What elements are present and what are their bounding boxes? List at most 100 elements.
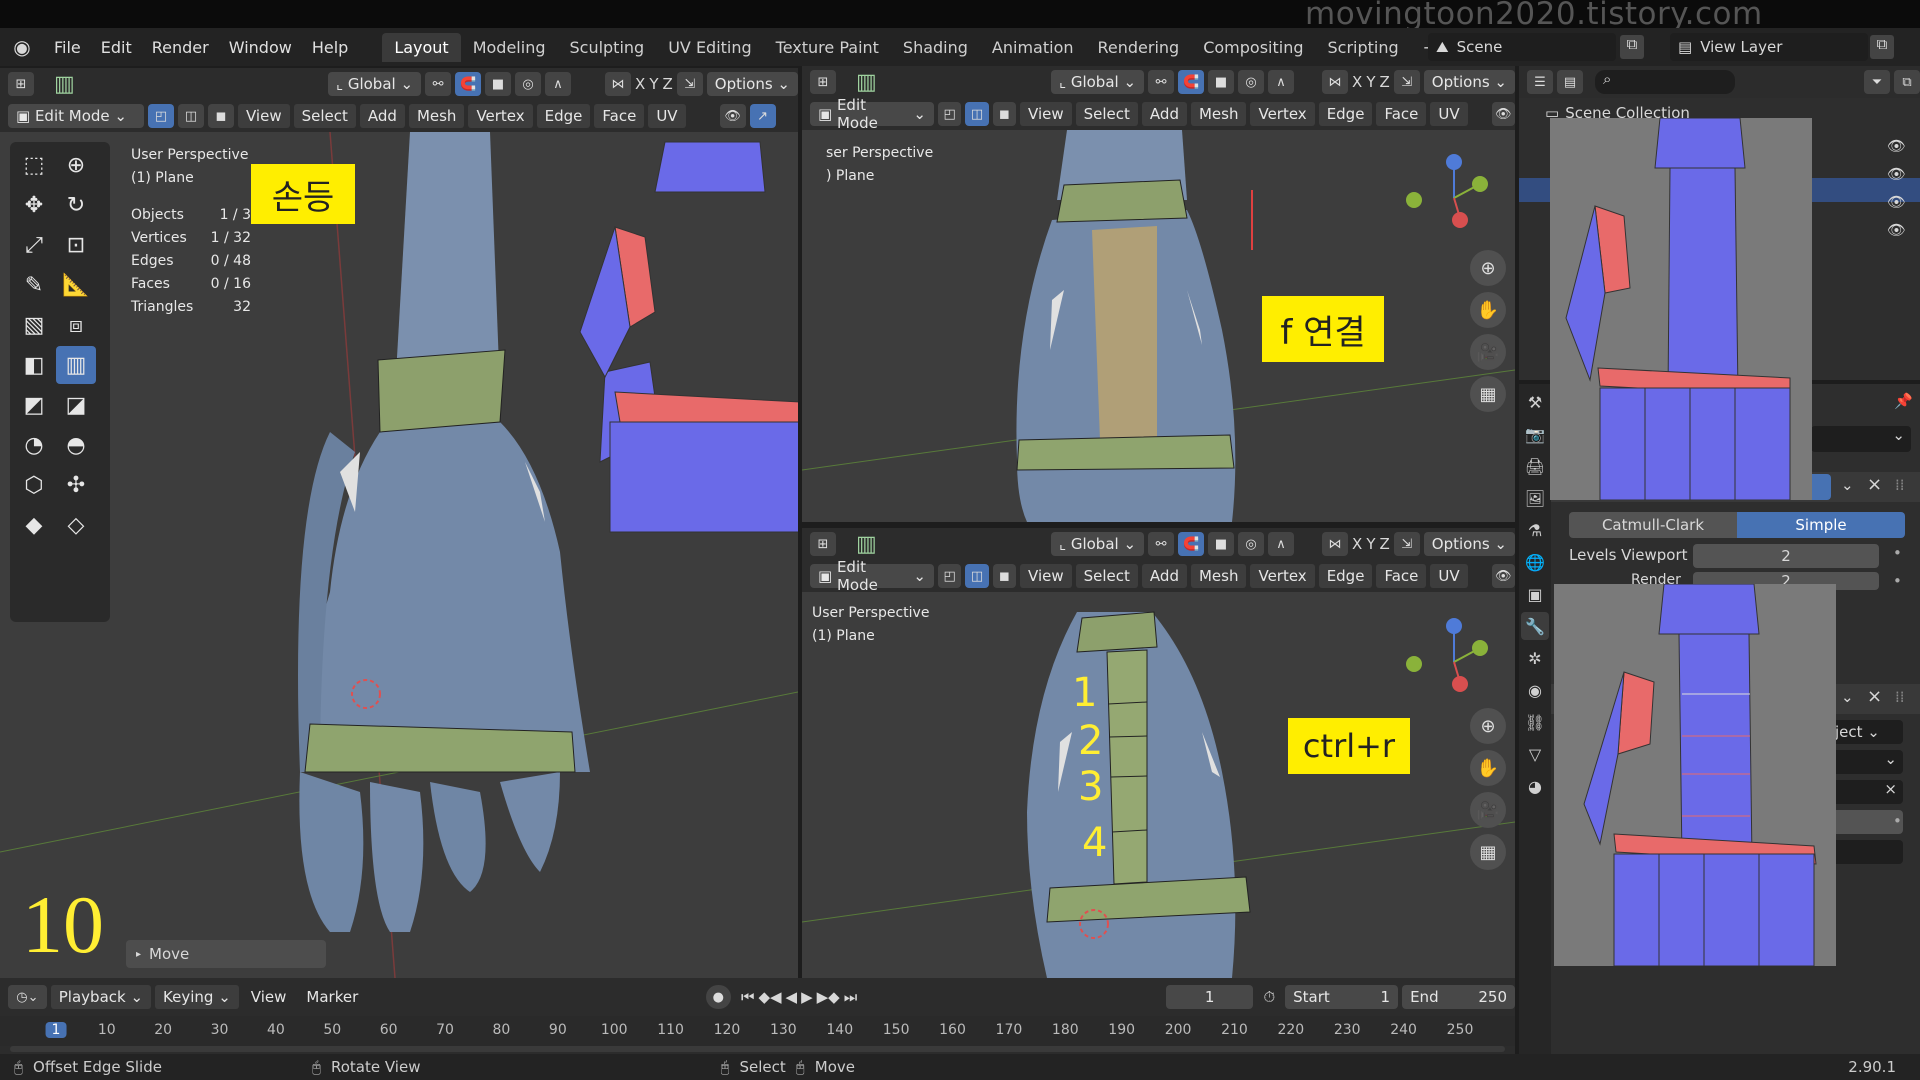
menu-face[interactable]: Face — [1376, 102, 1427, 126]
mode-dropdown[interactable]: ▣ Edit Mode ⌄ — [810, 558, 934, 594]
pin-icon[interactable]: 📌 — [1894, 392, 1913, 410]
annotate-tool-icon[interactable]: ✎ — [14, 266, 54, 304]
axis-x[interactable]: X — [1352, 535, 1362, 553]
vertex-select-icon[interactable]: ◰ — [937, 102, 962, 126]
render-tab-icon[interactable]: 📷 — [1521, 420, 1549, 448]
visibility-icon[interactable]: 👁 — [719, 104, 746, 128]
axis-z[interactable]: Z — [662, 75, 672, 93]
ortho-grid-icon[interactable]: ▦ — [1470, 376, 1506, 412]
pivot-icon[interactable]: ⚯ — [425, 72, 452, 96]
view-layer-tab-icon[interactable]: 🖼 — [1521, 484, 1549, 512]
snap-target-icon[interactable]: ■ — [1208, 532, 1235, 556]
simple-option[interactable]: Simple — [1737, 512, 1905, 538]
pan-hand-icon[interactable]: ✋ — [1470, 292, 1506, 328]
tab-sculpting[interactable]: Sculpting — [557, 33, 656, 62]
gizmo-icon[interactable]: ↗ — [749, 104, 776, 128]
remove-modifier-icon[interactable]: × — [1867, 474, 1882, 495]
menu-mesh[interactable]: Mesh — [408, 104, 465, 128]
editor-type-icon[interactable]: ⊞ — [810, 70, 836, 94]
mode-dropdown[interactable]: ▣ Edit Mode ⌄ — [810, 96, 934, 132]
edge-select-icon[interactable]: ◫ — [965, 564, 989, 588]
menu-add[interactable]: Add — [1141, 102, 1187, 126]
edge-slide-tool-icon[interactable]: ◇ — [56, 506, 96, 544]
bevel-tool-icon[interactable]: ◩ — [14, 386, 54, 424]
world-tab-icon[interactable]: 🌐 — [1521, 548, 1549, 576]
options-dropdown[interactable]: Options ⌄ — [1423, 70, 1515, 94]
options-dropdown[interactable]: Options ⌄ — [1423, 532, 1515, 556]
blender-logo-icon[interactable]: ◉ — [0, 35, 44, 59]
object-tab-icon[interactable]: ▣ — [1521, 580, 1549, 608]
output-tab-icon[interactable]: 🖨 — [1521, 452, 1549, 480]
face-select-icon[interactable]: ◼ — [992, 564, 1017, 588]
last-operator-panel[interactable]: ▸ Move — [126, 940, 326, 968]
tool-tab-icon[interactable]: ⚒ — [1521, 388, 1549, 416]
display-mode-icon[interactable]: ▤ — [1557, 70, 1583, 94]
snap-icon[interactable]: 🧲 — [1178, 532, 1205, 556]
knife-tool-icon[interactable]: ◪ — [56, 386, 96, 424]
context-dropdown[interactable]: ⌄ — [1811, 426, 1911, 452]
vertex-select-icon[interactable]: ◰ — [148, 104, 174, 128]
face-select-icon[interactable]: ◼ — [208, 104, 234, 128]
frame-ruler[interactable]: 1 10 20 30 40 50 60 70 80 90 100 110 120 130 140 150 160… — [0, 1016, 1515, 1046]
stopwatch-icon[interactable]: ⏱ — [1263, 988, 1275, 1006]
timeline-view-menu[interactable]: View — [243, 985, 295, 1009]
axis-x[interactable]: X — [635, 75, 645, 93]
material-tab-icon[interactable]: ◕ — [1521, 772, 1549, 800]
menu-face[interactable]: Face — [1376, 564, 1427, 588]
menu-edge[interactable]: Edge — [1318, 102, 1373, 126]
vertex-select-icon[interactable]: ◰ — [937, 564, 962, 588]
editor-type-icon[interactable]: ⊞ — [810, 532, 836, 556]
axis-y[interactable]: Y — [1366, 73, 1375, 91]
edge-select-icon[interactable]: ◫ — [178, 104, 204, 128]
camera-icon[interactable]: 🎥 — [1470, 334, 1506, 370]
shear-tool-icon[interactable]: ⬡ — [14, 466, 54, 504]
snap-target-icon[interactable]: ■ — [1208, 70, 1235, 94]
menu-view[interactable]: View — [238, 104, 290, 128]
zoom-icon[interactable]: ⊕ — [1470, 250, 1506, 286]
menu-edge[interactable]: Edge — [536, 104, 591, 128]
expand-dropdown-icon[interactable]: ⌄ — [1841, 476, 1854, 494]
jump-start-icon[interactable]: ⏮ — [741, 988, 755, 1006]
record-icon[interactable]: ● — [705, 985, 731, 1009]
pan-hand-icon[interactable]: ✋ — [1470, 750, 1506, 786]
snap-icon[interactable]: 🧲 — [1178, 70, 1205, 94]
orientation-dropdown[interactable]: ⌞ Global ⌄ — [328, 72, 422, 96]
transform-tool-icon[interactable]: ⊡ — [56, 226, 96, 264]
filter-icon[interactable]: ⏷ — [1864, 70, 1890, 94]
catmull-clark-option[interactable]: Catmull-Clark — [1569, 512, 1737, 538]
modifier-tab-icon[interactable]: 🔧 — [1521, 612, 1549, 640]
scale-tool-icon[interactable]: ⤢ — [14, 226, 54, 264]
proportional-icon[interactable]: ◎ — [1238, 532, 1265, 556]
timeline-scrollbar[interactable] — [10, 1046, 1505, 1052]
constraints-tab-icon[interactable]: ⛓ — [1521, 708, 1549, 736]
editor-type-icon[interactable]: ⊞ — [8, 72, 34, 96]
eye-icon[interactable]: 👁 — [1887, 188, 1906, 216]
axis-x[interactable]: X — [1352, 73, 1362, 91]
secondary-dropdown[interactable]: ⌄ — [1831, 750, 1903, 774]
new-scene-icon[interactable]: ⧉ — [1620, 35, 1644, 59]
inset-tool-icon[interactable]: ◧ — [14, 346, 54, 384]
expand-dropdown-icon[interactable]: ⌄ — [1841, 688, 1854, 706]
face-select-icon[interactable]: ◼ — [992, 102, 1017, 126]
object-dropdown[interactable]: ject ⌄ — [1831, 720, 1903, 744]
viewport-left[interactable]: User Perspective (1) Plane Objects 1 / 3 … — [0, 132, 798, 978]
visibility-icon[interactable]: 👁 — [1491, 102, 1515, 126]
menu-vertex[interactable]: Vertex — [468, 104, 533, 128]
menu-mesh[interactable]: Mesh — [1190, 564, 1247, 588]
scene-selector[interactable]: ⛰ Scene — [1428, 33, 1616, 61]
remove-modifier-icon[interactable]: × — [1867, 686, 1882, 707]
timeline-editor-icon[interactable]: ◷⌄ — [8, 985, 47, 1009]
eye-icon[interactable]: 👁 — [1887, 160, 1906, 188]
falloff-icon[interactable]: ∧ — [1268, 70, 1295, 94]
tab-scripting[interactable]: Scripting — [1316, 33, 1411, 62]
options-dropdown[interactable]: Options ⌄ — [706, 72, 798, 96]
pivot-icon[interactable]: ⚯ — [1148, 532, 1175, 556]
menu-edge[interactable]: Edge — [1318, 564, 1373, 588]
current-frame-field[interactable]: 1 — [1165, 985, 1254, 1009]
autolock-icon[interactable]: ⇲ — [676, 72, 703, 96]
drag-handle-icon[interactable]: ⁞⁞ — [1895, 688, 1905, 706]
loopcut-tool-icon[interactable]: ▥ — [56, 346, 96, 384]
menu-vertex[interactable]: Vertex — [1250, 564, 1315, 588]
prev-keyframe-icon[interactable]: ◆◀ — [758, 988, 781, 1006]
menu-add[interactable]: Add — [359, 104, 405, 128]
